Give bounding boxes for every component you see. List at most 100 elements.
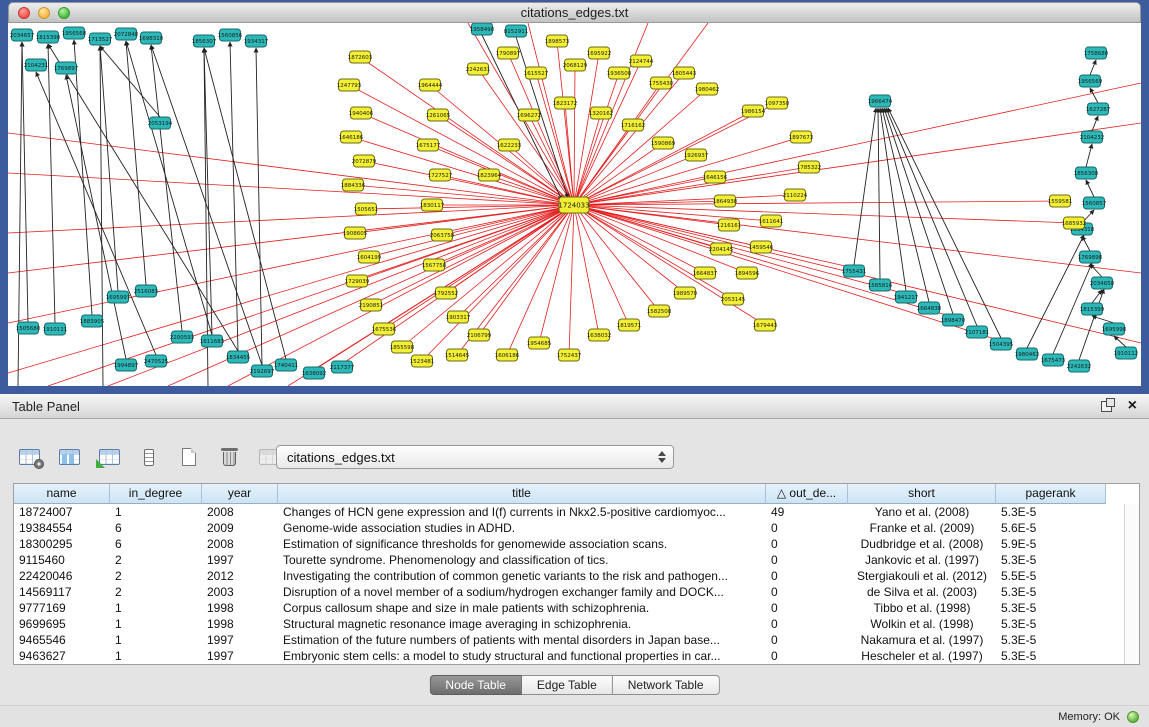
network-node[interactable]: 1940406 [349,107,374,119]
table-cell[interactable]: 6 [110,536,202,552]
window-titlebar[interactable]: citations_edges.txt [8,2,1141,23]
network-node[interactable]: 1898573 [545,35,570,47]
table-cell[interactable]: Hescheler et al. (1997) [848,648,996,664]
table-cell[interactable]: 5.3E-5 [996,504,1106,520]
network-node[interactable]: 1716162 [621,119,646,131]
table-cell[interactable]: 1998 [202,616,278,632]
network-node[interactable]: 1675473 [1041,354,1066,366]
network-node[interactable]: 1966474 [868,95,893,107]
network-node[interactable]: 2107181 [965,326,990,338]
table-cell[interactable]: 5.6E-5 [996,520,1106,536]
table-cell[interactable]: 9115460 [14,552,110,568]
network-node[interactable]: 1958490 [470,23,495,35]
table-cell[interactable]: 49 [766,504,848,520]
network-node[interactable]: 1898470 [941,314,966,326]
table-cell[interactable]: Stergiakouli et al. (2012) [848,568,996,584]
network-node[interactable]: 1926937 [684,149,709,161]
network-node[interactable]: 2204145 [709,243,734,255]
network-node[interactable]: 1695998 [1102,323,1127,335]
network-node[interactable]: 2200593 [170,331,195,343]
network-node[interactable]: 1830117 [420,199,445,211]
network-node[interactable]: 2117377 [330,361,355,373]
new-table-button[interactable] [174,442,204,472]
network-node[interactable]: 1910111 [43,323,68,335]
network-node[interactable]: 2190851 [359,299,384,311]
network-node[interactable]: 1805443 [672,67,697,79]
table-cell[interactable]: 1998 [202,600,278,616]
network-node[interactable]: 2068129 [563,59,588,71]
vertical-scrollbar[interactable] [1124,504,1139,664]
network-canvas-area[interactable]: 2034657181539819565681713527207284816983… [8,23,1141,386]
network-node[interactable]: 1989570 [673,287,698,299]
table-row[interactable]: 969969511998Structural magnetic resonanc… [14,616,1124,632]
table-cell[interactable]: de Silva et al. (2003) [848,584,996,600]
network-node[interactable]: 1894596 [735,267,760,279]
network-canvas[interactable]: 2034657181539819565681713527207284816983… [8,23,1141,386]
table-cell[interactable]: 2 [110,552,202,568]
network-node[interactable]: 1815399 [1080,303,1105,315]
network-node[interactable]: 1590869 [651,137,676,149]
network-node[interactable]: 2470525 [144,355,169,367]
minimize-window-button[interactable] [38,7,50,19]
network-node[interactable]: 1505680 [16,322,41,334]
network-node[interactable]: 1560856 [218,29,243,41]
network-node[interactable]: 2053194 [148,117,173,129]
network-node[interactable]: 1247793 [337,79,362,91]
table-cell[interactable]: Franke et al. (2009) [848,520,996,536]
table-cell[interactable]: 1 [110,616,202,632]
network-node[interactable]: 1986154 [741,105,766,117]
table-cell[interactable]: 5.3E-5 [996,552,1106,568]
network-node[interactable]: 1261065 [426,109,451,121]
table-cell[interactable]: 0 [766,632,848,648]
network-node[interactable]: 1567758 [422,259,447,271]
network-node[interactable]: 1604199 [357,251,382,263]
network-node[interactable]: 2034657 [10,29,35,41]
delete-table-button[interactable] [214,442,244,472]
network-node[interactable]: 1908605 [343,227,368,239]
network-node[interactable]: 2124744 [629,55,654,67]
table-cell[interactable]: 1 [110,632,202,648]
table-cell[interactable]: 2012 [202,568,278,584]
network-node[interactable]: 1864938 [713,195,738,207]
network-node[interactable]: 1695922 [587,47,612,59]
network-node[interactable]: 1755430 [649,77,674,89]
column-header-year[interactable]: year [202,484,278,504]
network-node[interactable]: 1769898 [1078,251,1103,263]
network-node[interactable]: 1559581 [1048,195,1073,207]
network-node[interactable]: 1646156 [703,171,728,183]
network-node[interactable]: 1622233 [497,139,522,151]
zoom-window-button[interactable] [58,7,70,19]
network-node[interactable]: 1834455 [226,351,251,363]
network-node[interactable]: 1696272 [517,109,542,121]
float-panel-icon[interactable] [1101,401,1112,412]
network-node[interactable]: 1819571 [617,319,642,331]
network-node[interactable]: 1954685 [527,337,552,349]
column-header-out_de[interactable]: △ out_de... [766,484,848,504]
table-row[interactable]: 1872400712008Changes of HCN gene express… [14,504,1124,520]
network-node[interactable]: 1884336 [341,179,366,191]
network-node[interactable]: 2516083 [134,285,159,297]
table-cell[interactable]: Estimation of significance thresholds fo… [278,536,766,552]
table-cell[interactable]: 5.3E-5 [996,584,1106,600]
table-row[interactable]: 1830029562008Estimation of significance … [14,536,1124,552]
column-header-pagerank[interactable]: pagerank [996,484,1106,504]
network-node[interactable]: 1611683 [200,335,225,347]
network-node[interactable]: 1505651 [354,203,379,215]
network-node[interactable]: 2072879 [352,155,377,167]
network-node[interactable]: 1523481 [410,355,435,367]
network-node[interactable]: 1897673 [789,131,814,143]
network-node[interactable]: 1956569 [1078,75,1103,87]
table-cell[interactable]: 5.3E-5 [996,632,1106,648]
tab-edge-table[interactable]: Edge Table [522,675,613,695]
network-node[interactable]: 1611641 [759,215,784,227]
table-cell[interactable]: 0 [766,600,848,616]
table-cell[interactable]: 0 [766,520,848,536]
network-node[interactable]: 1698310 [139,32,164,44]
table-cell[interactable]: Dudbridge et al. (2008) [848,536,996,552]
network-node[interactable]: 1615527 [524,67,549,79]
table-cell[interactable]: 9465546 [14,632,110,648]
network-node[interactable]: 2053145 [721,293,746,305]
table-cell[interactable]: Genome-wide association studies in ADHD. [278,520,766,536]
table-row[interactable]: 946362711997Embryonic stem cells: a mode… [14,648,1124,664]
table-cell[interactable]: Corpus callosum shape and size in male p… [278,600,766,616]
